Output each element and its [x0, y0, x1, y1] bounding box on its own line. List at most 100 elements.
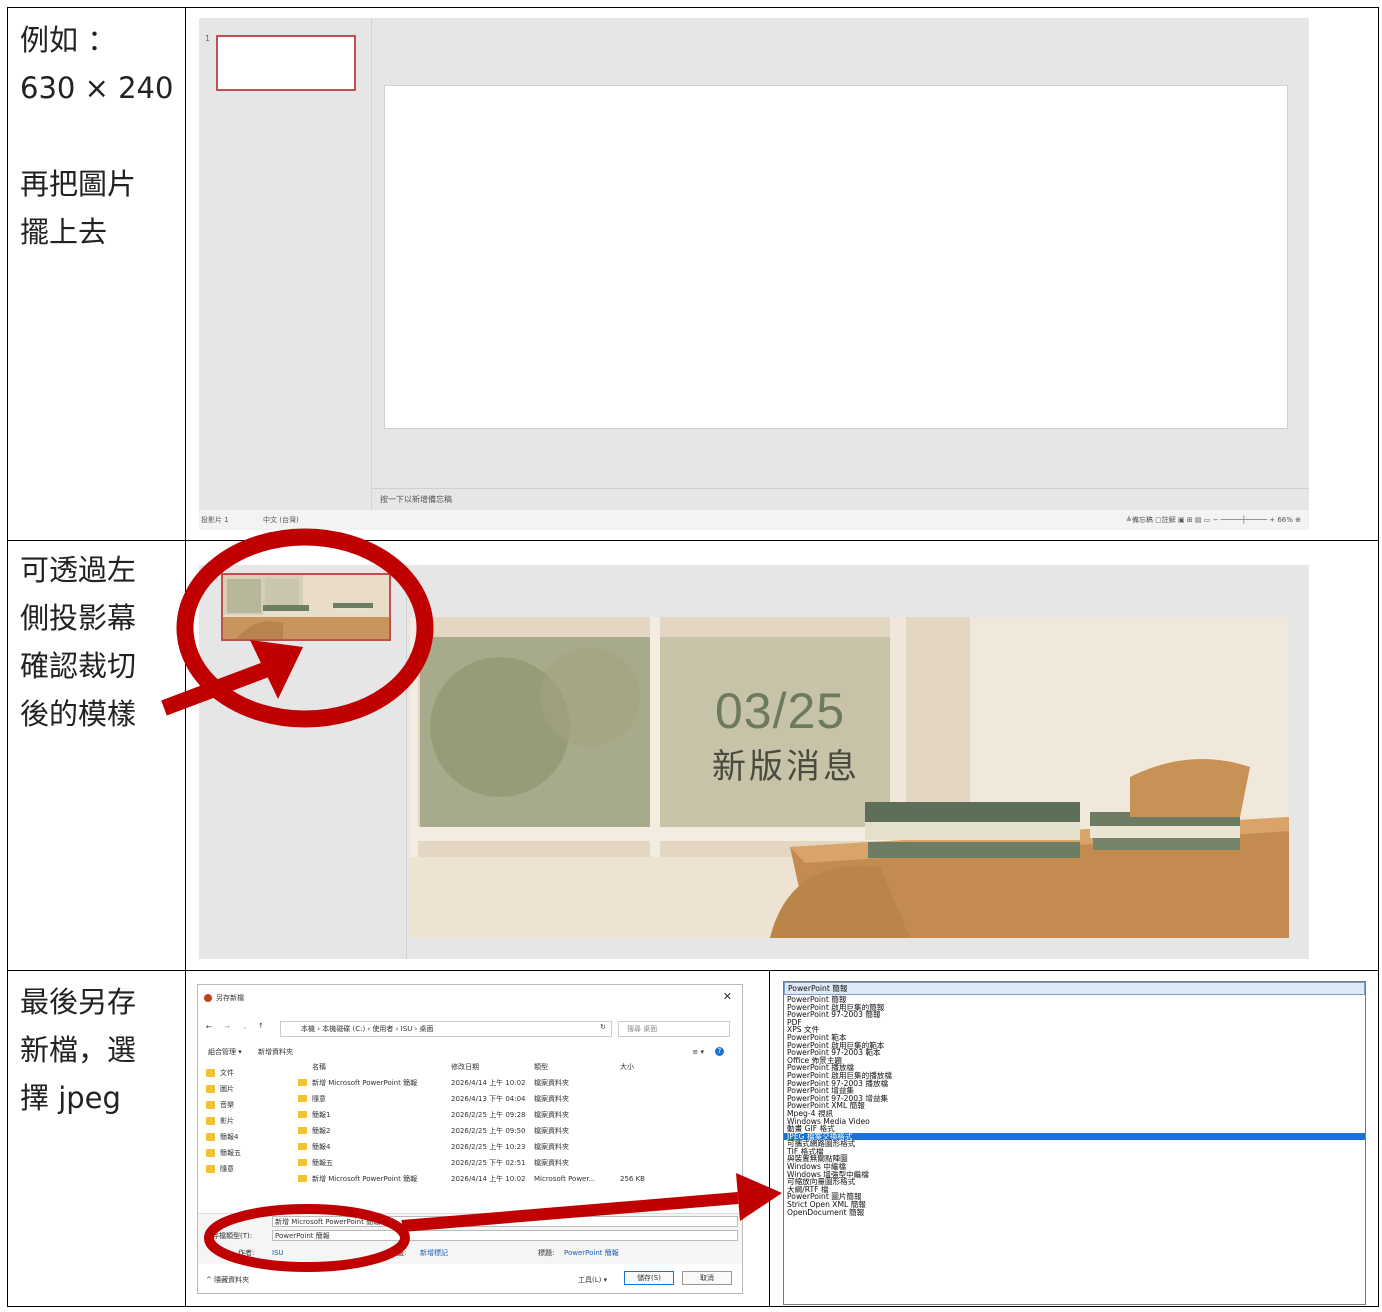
nav-item[interactable]: 影片	[206, 1113, 284, 1129]
file-type-option[interactable]: PowerPoint 圖片簡報	[784, 1193, 1365, 1201]
col-size[interactable]: 大小	[620, 1059, 634, 1075]
file-row[interactable]: 隨意 2026/4/13 下午 04:04 檔案資料夾	[298, 1091, 738, 1107]
dialog-title: 另存新檔	[216, 994, 244, 1002]
file-type-option[interactable]: Windows Media Video	[784, 1117, 1365, 1126]
file-type-option[interactable]: PowerPoint 97-2003 範本	[784, 1049, 1365, 1057]
file-date: 2026/2/25 上午 10:23	[451, 1143, 526, 1151]
slide-canvas[interactable]	[384, 85, 1288, 429]
col-name[interactable]: 名稱	[312, 1059, 326, 1075]
table-row-divider-1	[7, 540, 1379, 541]
file-type-option[interactable]: 大綱/RTF 檔	[784, 1186, 1365, 1194]
file-row[interactable]: 簡報1 2026/2/25 上午 09:28 檔案資料夾	[298, 1107, 738, 1123]
nav-item[interactable]: 隨意	[206, 1161, 284, 1177]
search-input[interactable]: 搜尋 桌面	[618, 1021, 730, 1037]
file-type-option[interactable]: Strict Open XML 簡報	[784, 1201, 1365, 1209]
file-type-option[interactable]: 動畫 GIF 格式	[784, 1125, 1365, 1133]
up-arrow-icon[interactable]: ↑	[258, 1022, 264, 1030]
file-row[interactable]: 簡報2 2026/2/25 上午 09:50 檔案資料夾	[298, 1123, 738, 1139]
dialog-footer: ^ 隱藏資料夾 工具(L) ▾ 儲存(S) 取消	[198, 1265, 742, 1293]
slide-title-text: 新版消息	[712, 747, 860, 787]
chevron-down-icon[interactable]: ⌄	[242, 1023, 248, 1031]
file-row[interactable]: 簡報五 2026/2/25 下午 02:51 檔案資料夾	[298, 1155, 738, 1171]
file-date: 2026/2/25 上午 09:50	[451, 1127, 526, 1135]
slide-canvas-image[interactable]: 03/25 新版消息	[410, 617, 1289, 938]
author-label: 作者:	[238, 1249, 255, 1257]
file-type-option[interactable]: XPS 文件	[784, 1026, 1365, 1034]
powerpoint-app-icon	[204, 994, 212, 1002]
file-type-option[interactable]: PowerPoint XML 簡報	[784, 1102, 1365, 1110]
file-type-dropdown[interactable]: PowerPoint 簡報 PowerPoint 簡報 PowerPoint 啟用…	[783, 981, 1366, 1305]
file-type-option[interactable]: OpenDocument 簡報	[784, 1209, 1365, 1217]
file-type-option[interactable]: Windows 增強型中繼檔	[784, 1171, 1365, 1179]
tags-label: 標籤:	[390, 1249, 407, 1257]
hide-folders-toggle[interactable]: ^ 隱藏資料夾	[206, 1275, 249, 1285]
slide-thumbnail-image[interactable]	[221, 573, 391, 641]
row3-panel-divider	[769, 970, 770, 1307]
file-type-option[interactable]: TIF 格式檔	[784, 1148, 1365, 1156]
file-date: 2026/2/25 上午 09:28	[451, 1111, 526, 1119]
new-folder-button[interactable]: 新增資料夾	[258, 1048, 293, 1056]
cancel-button[interactable]: 取消	[682, 1271, 732, 1285]
file-type-option[interactable]: 可攜式網路圖形格式	[784, 1140, 1365, 1148]
file-type-option[interactable]: JPEG 檔案交換格式	[784, 1133, 1365, 1141]
file-type: 檔案資料夾	[534, 1079, 569, 1087]
file-type-options: PowerPoint 簡報 PowerPoint 啟用巨集的簡報 PowerPoin…	[784, 996, 1365, 1216]
status-language[interactable]: 中文 (台灣)	[263, 510, 299, 530]
save-as-dialog: 另存新檔 ✕ ← → ⌄ ↑ 本機 › 本機磁碟 (C:) › 使用者 › IS…	[197, 984, 743, 1294]
nav-item[interactable]: 簡報五	[206, 1145, 284, 1161]
subject-value[interactable]: PowerPoint 簡報	[564, 1247, 619, 1259]
view-options-icon[interactable]: ≡ ▾	[692, 1045, 704, 1059]
help-icon[interactable]: ?	[715, 1047, 724, 1056]
file-type-current[interactable]: PowerPoint 簡報	[784, 982, 1365, 995]
file-type-option[interactable]: PowerPoint 97-2003 簡報	[784, 1011, 1365, 1019]
slide-number: 1	[205, 34, 211, 43]
file-type-option[interactable]: 可縮放向量圖形格式	[784, 1178, 1365, 1186]
address-bar[interactable]: 本機 › 本機磁碟 (C:) › 使用者 › ISU › 桌面	[280, 1021, 612, 1037]
file-name: 隨意	[312, 1095, 326, 1103]
file-type-option[interactable]: Office 佈景主題	[784, 1057, 1365, 1065]
file-row[interactable]: 簡報4 2026/2/25 上午 10:23 檔案資料夾	[298, 1139, 738, 1155]
notes-pane[interactable]: 按一下以新增備忘稿	[372, 488, 1309, 510]
dialog-titlebar: 另存新檔 ✕	[198, 985, 742, 1011]
file-date: 2026/2/25 下午 02:51	[451, 1159, 526, 1167]
row1-instruction: 例如 ： 630 × 240 再把圖片 擺上去	[20, 23, 174, 249]
save-button[interactable]: 儲存(S)	[624, 1271, 674, 1285]
organize-menu[interactable]: 組合管理 ▾	[208, 1048, 242, 1056]
file-type-option[interactable]: PowerPoint 97-2003 增益集	[784, 1095, 1365, 1103]
file-type-option[interactable]: PowerPoint 97-2003 播放檔	[784, 1079, 1365, 1088]
close-icon[interactable]: ✕	[723, 990, 732, 1003]
back-arrow-icon[interactable]: ←	[206, 1023, 212, 1031]
dialog-toolbar: 組合管理 ▾ 新增資料夾 ≡ ▾ ?	[208, 1045, 728, 1059]
refresh-icon[interactable]: ↻	[600, 1023, 606, 1031]
nav-item[interactable]: 簡報4	[206, 1129, 284, 1145]
file-name: 簡報4	[312, 1143, 331, 1151]
file-type-option[interactable]: Windows 中繼檔	[784, 1163, 1365, 1171]
status-slide-indicator: 投影片 1	[201, 516, 229, 524]
file-type: 檔案資料夾	[534, 1159, 569, 1167]
file-row[interactable]: 新增 Microsoft PowerPoint 簡報 2026/4/14 上午 1…	[298, 1171, 738, 1187]
author-value[interactable]: ISU	[272, 1247, 284, 1259]
navigation-pane: 文件 圖片 音樂 影片 簡報4 簡報五 隨意	[206, 1065, 284, 1177]
forward-arrow-icon[interactable]: →	[224, 1023, 230, 1031]
filetype-select[interactable]: PowerPoint 簡報	[272, 1230, 738, 1241]
file-type-option[interactable]: PDF	[784, 1019, 1365, 1027]
col-modified[interactable]: 修改日期	[451, 1059, 479, 1075]
nav-item[interactable]: 文件	[206, 1065, 284, 1081]
file-date: 2026/4/14 上午 10:02	[451, 1175, 526, 1183]
tools-menu[interactable]: 工具(L) ▾	[578, 1275, 607, 1285]
slide-number: 1	[207, 575, 213, 584]
nav-item[interactable]: 圖片	[206, 1081, 284, 1097]
thumbnail-photo	[223, 575, 389, 639]
col-type[interactable]: 類型	[534, 1059, 548, 1075]
tags-value[interactable]: 新增標記	[420, 1247, 448, 1259]
file-row[interactable]: 新增 Microsoft PowerPoint 簡報 2026/4/14 上午 1…	[298, 1075, 738, 1091]
file-type-option[interactable]: Mpeg-4 視訊	[784, 1110, 1365, 1118]
status-view-controls[interactable]: ≜備忘稿 ▢註解 ▣ ⊞ ▤ ▭ − ─────┼───── + 66% ⊕	[1126, 510, 1301, 530]
file-type-option[interactable]: 與裝置無關點陣圖	[784, 1155, 1365, 1163]
slide-thumbnail[interactable]	[216, 35, 356, 91]
file-type: 檔案資料夾	[534, 1111, 569, 1119]
nav-item[interactable]: 音樂	[206, 1097, 284, 1113]
file-type: Microsoft Power...	[534, 1175, 596, 1183]
filename-field[interactable]: 新增 Microsoft PowerPoint 簡報	[272, 1216, 738, 1227]
row2-instruction: 可透過左 側投影幕 確認裁切 後的模樣	[20, 553, 137, 731]
